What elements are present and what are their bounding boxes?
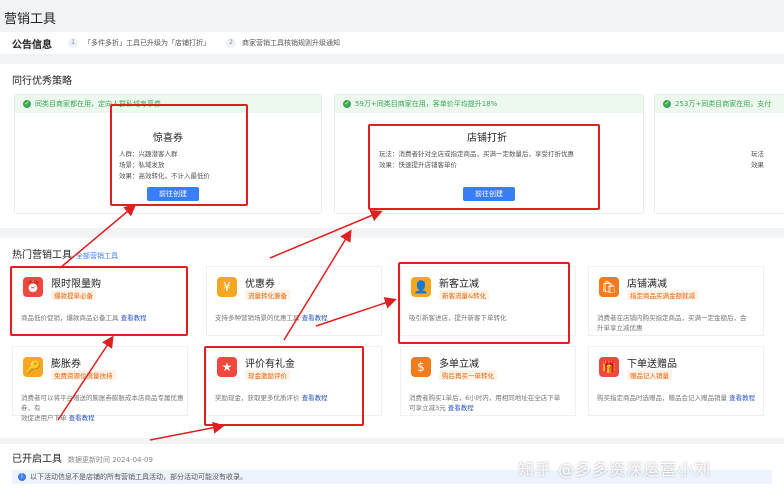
tool-card[interactable]: 🔑 膨胀券 免费资源位流量扶持消费者可以将平台赠送的膨胀券膨胀成本店商品专属优惠券，… [12,346,188,422]
notice-text[interactable]: 商家营销工具核销规则升级通知 [242,38,340,48]
annotation-box [398,262,570,344]
strategy-banner: ✓ 59万+同类目商家在用，客单价平均提升18% [335,95,643,113]
tool-card[interactable]: 🎁 下单送赠品 赠品记入销量购买指定商品时选赠品，赠品会记入赠品销量 查看教程 [588,346,764,416]
shop-discount-icon: 🛍 [599,277,619,297]
tool-tag: 赠品记入销量 [627,370,672,380]
expand-coupon-icon: 🔑 [23,357,43,377]
section-title: 热门营销工具 [12,250,72,261]
opened-title-row: 已开启工具 数据更新时间 2024-04-09 [12,450,153,465]
section-title: 已开启工具 [12,454,62,465]
notice-number: 1 [68,38,78,48]
tool-tag: 流量转化兼备 [245,290,290,300]
desc-line: 效果 [751,161,764,169]
tool-card[interactable]: 🛍 店铺满减 指定商品买满金额就减消费者在店铺内购买指定商品，买满一定金额后，会 升单… [588,266,764,336]
desc-text: 可享立减3元 [409,404,446,412]
notice-item[interactable]: 1 「多件多折」工具已升级为「店铺打折」 [68,38,210,48]
multi-order-icon: $ [411,357,431,377]
tool-name[interactable]: 下单送赠品 [627,355,677,370]
coupon-icon: ¥ [217,277,237,297]
gift-icon: 🎁 [599,357,619,377]
tool-tag: 免费资源位流量扶持 [51,370,116,380]
annotation-box [10,266,188,336]
tool-name[interactable]: 膨胀券 [51,355,81,370]
tutorial-link[interactable]: 查看教程 [302,314,328,322]
info-icon: i [18,473,26,481]
all-tools-link[interactable]: 全部营销工具 [76,251,118,261]
strategy-card: ✓ 253万+同类目商家在用，支付 玩法 效果 [654,94,784,214]
info-text: 以下活动信息不是店铺的所有营销工具活动，部分活动可能没有收录。 [30,473,247,481]
tool-name[interactable]: 多单立减 [439,355,479,370]
notice-text[interactable]: 「多件多折」工具已升级为「店铺打折」 [84,38,210,48]
tutorial-link[interactable]: 查看教程 [729,394,755,402]
check-icon: ✓ [343,100,351,108]
notice-label: 公告信息 [12,39,52,51]
page-title: 营销工具 [4,12,57,27]
desc-text: 消费者可以将平台赠送的膨胀券膨胀成本店商品专属优惠券，有 [21,394,184,412]
desc-text: 效促进用户下单 [21,414,67,422]
strategy-banner: ✓ 253万+同类目商家在用，支付 [655,95,784,113]
tool-tag: 指定商品买满金额就减 [627,290,698,300]
section-title: 同行优秀策略 [12,76,72,87]
tutorial-link[interactable]: 查看教程 [448,404,474,412]
updated-time: 数据更新时间 2024-04-09 [68,456,153,464]
notice-bar: 公告信息 1 「多件多折」工具已升级为「店铺打折」 2 商家营销工具核销规则升级… [0,32,784,54]
desc-text: 消费者购买1单后，6小时内，用相同地址在全店下单 [409,394,561,402]
desc-line: 玩法 [751,150,764,158]
annotation-box [110,104,248,206]
hot-title-row: 热门营销工具 全部营销工具 [12,246,118,261]
annotation-box [204,346,364,426]
tool-card[interactable]: $ 多单立减 购后再买一单转化消费者购买1单后，6小时内，用相同地址在全店下单 可享立… [400,346,576,416]
annotation-box [368,124,600,210]
strategy-desc: 玩法 效果 [751,149,764,171]
desc-text: 支持多种营销场景的优惠工具 [215,314,300,322]
tool-desc: 消费者可以将平台赠送的膨胀券膨胀成本店商品专属优惠券，有效促进用户下单 查看教程 [21,393,189,423]
notice-number: 2 [226,38,236,48]
tool-desc: 消费者购买1单后，6小时内，用相同地址在全店下单 可享立减3元 查看教程 [409,393,577,413]
check-icon: ✓ [23,100,31,108]
tutorial-link[interactable]: 查看教程 [69,414,95,422]
tool-name[interactable]: 店铺满减 [627,275,667,290]
check-icon: ✓ [663,100,671,108]
banner-text: 59万+同类目商家在用，客单价平均提升18% [355,100,498,108]
desc-text: 购买指定商品时选赠品，赠品会记入赠品销量 [597,394,727,402]
notice-item[interactable]: 2 商家营销工具核销规则升级通知 [226,38,340,48]
tool-card[interactable]: ¥ 优惠券 流量转化兼备支持多种营销场景的优惠工具 查看教程 [206,266,382,336]
desc-text: 升单享立减优惠 [597,324,643,332]
banner-text: 253万+同类目商家在用，支付 [675,100,772,108]
tool-desc: 购买指定商品时选赠品，赠品会记入赠品销量 查看教程 [597,393,765,403]
watermark: 知乎 @多多资深运营小刘 [518,460,712,479]
desc-text: 消费者在店铺内购买指定商品，买满一定金额后，会 [597,314,747,322]
tool-tag: 购后再买一单转化 [439,370,497,380]
tool-desc: 消费者在店铺内购买指定商品，买满一定金额后，会 升单享立减优惠 [597,313,765,333]
tool-name[interactable]: 优惠券 [245,275,275,290]
tool-desc: 支持多种营销场景的优惠工具 查看教程 [215,313,383,323]
